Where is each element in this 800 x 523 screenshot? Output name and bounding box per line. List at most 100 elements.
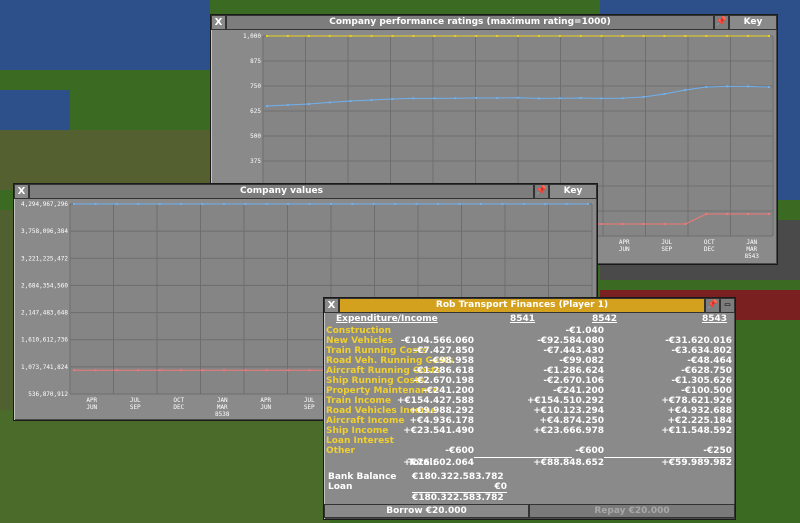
data-point: [579, 97, 582, 99]
y-tick-label: 625: [250, 108, 261, 115]
year3-value: +€2.225.184: [667, 416, 732, 426]
x-tick-label: APR: [86, 397, 97, 404]
data-point: [287, 369, 290, 372]
data-point: [496, 97, 499, 99]
data-point: [201, 369, 204, 372]
data-point: [454, 97, 457, 100]
data-point: [73, 203, 75, 205]
x-tick-label: 8538: [215, 411, 230, 418]
year1-value: -€600: [445, 446, 474, 456]
x-tick-label: OCT: [173, 397, 184, 404]
finance-row: Aircraft Running Costs -€1.286.618 -€1.286…: [324, 366, 732, 376]
x-tick-label: MAR: [217, 404, 228, 411]
finance-row: Ship Running Costs -€2.670.198 -€2.670.106…: [324, 376, 732, 386]
data-point: [265, 369, 268, 372]
window-title[interactable]: Company performance ratings (maximum rat…: [226, 15, 714, 30]
data-point: [433, 97, 436, 100]
data-point: [479, 203, 482, 205]
close-icon[interactable]: X: [14, 184, 29, 199]
data-point: [544, 203, 547, 205]
data-point: [475, 97, 478, 99]
data-point: [684, 223, 687, 225]
window-title[interactable]: Rob Transport Finances (Player 1): [339, 298, 705, 313]
x-tick-label: JUL: [304, 397, 315, 404]
close-icon[interactable]: X: [324, 298, 339, 313]
shade-icon[interactable]: ▭: [720, 298, 735, 313]
data-point: [517, 35, 519, 37]
window-title[interactable]: Company values: [29, 184, 534, 199]
year2-value: +€23.666.978: [533, 426, 604, 436]
data-point: [684, 89, 687, 91]
data-point: [475, 35, 478, 37]
total-year2: +€88.848.652: [533, 458, 604, 468]
year3-value: +€4.932.688: [667, 406, 732, 416]
finances-window-titlebar[interactable]: X Rob Transport Finances (Player 1) 📌 ▭: [324, 298, 735, 313]
year1-value: -€241.200: [423, 386, 474, 396]
data-point: [517, 96, 519, 99]
data-point: [286, 104, 289, 106]
sticky-pin-icon[interactable]: 📌: [714, 15, 729, 30]
data-point: [370, 99, 373, 101]
repay-button[interactable]: Repay €20.000: [529, 504, 735, 518]
data-point: [330, 203, 332, 205]
close-icon[interactable]: X: [211, 15, 226, 30]
year-header-1: 8541: [510, 314, 536, 324]
finance-row: Loan Interest: [324, 436, 732, 446]
y-tick-label: 500: [250, 133, 261, 140]
data-point: [537, 35, 540, 37]
year2-value: -€241.200: [553, 386, 604, 396]
finance-row: Aircraft Income +€4.936.178 +€4.874.250 +€2…: [324, 416, 732, 426]
y-tick-label: 875: [250, 58, 261, 65]
sticky-pin-icon[interactable]: 📌: [705, 298, 720, 313]
year3-value: +€78.621.926: [661, 396, 732, 406]
data-point: [115, 203, 118, 205]
key-button[interactable]: Key: [729, 15, 777, 30]
data-point: [222, 203, 225, 205]
y-tick-label: 536,870,912: [28, 391, 68, 398]
data-point: [372, 203, 375, 205]
year3-value: +€11.548.592: [661, 426, 732, 436]
year2-value: +€4.874.250: [539, 416, 604, 426]
performance-window-titlebar[interactable]: X Company performance ratings (maximum r…: [211, 15, 777, 30]
year-header-3: 8543: [702, 314, 728, 324]
data-point: [621, 35, 624, 37]
expenditure-income-header: Expenditure/Income: [336, 314, 438, 324]
year2-value: +€10.123.294: [533, 406, 604, 416]
data-point: [579, 35, 582, 37]
data-point: [768, 86, 770, 88]
year3-value: -€628.750: [681, 366, 732, 376]
year1-value: +€154.427.588: [396, 396, 474, 406]
year1-value: -€1.286.618: [413, 366, 474, 376]
x-tick-label: APR: [260, 397, 271, 404]
x-tick-label: DEC: [704, 246, 715, 253]
data-point: [412, 35, 415, 37]
total-year3: +€59.989.982: [661, 458, 732, 468]
values-window-titlebar[interactable]: X Company values 📌 Key: [14, 184, 597, 199]
x-tick-label: JUL: [661, 239, 672, 246]
data-point: [600, 97, 603, 100]
data-point: [621, 97, 624, 100]
year1-value: -€2.670.198: [413, 376, 474, 386]
data-point: [180, 369, 183, 372]
x-tick-label: JAN: [746, 239, 757, 246]
finances-window: X Rob Transport Finances (Player 1) 📌 ▭ …: [323, 297, 736, 520]
data-point: [537, 97, 540, 100]
finance-row: Train Income +€154.427.588 +€154.510.292 +€…: [324, 396, 732, 406]
y-tick-label: 2,147,483,648: [21, 310, 68, 317]
sticky-pin-icon[interactable]: 📌: [534, 184, 549, 199]
row-label: Other: [326, 446, 355, 456]
data-point: [391, 98, 394, 100]
net-balance-value: €180.322.583.782: [412, 493, 504, 503]
year2-value: -€92.584.080: [537, 336, 604, 346]
year2-value: -€1.040: [565, 326, 604, 336]
finance-row: Construction -€1.040: [324, 326, 732, 336]
key-button[interactable]: Key: [549, 184, 597, 199]
data-point: [705, 213, 708, 215]
borrow-button[interactable]: Borrow €20.000: [324, 504, 529, 518]
year1-value: -€98.958: [429, 356, 474, 366]
data-point: [137, 203, 140, 205]
data-point: [307, 103, 310, 105]
x-tick-label: DEC: [173, 404, 184, 411]
data-point: [642, 96, 645, 98]
data-point: [705, 86, 708, 88]
